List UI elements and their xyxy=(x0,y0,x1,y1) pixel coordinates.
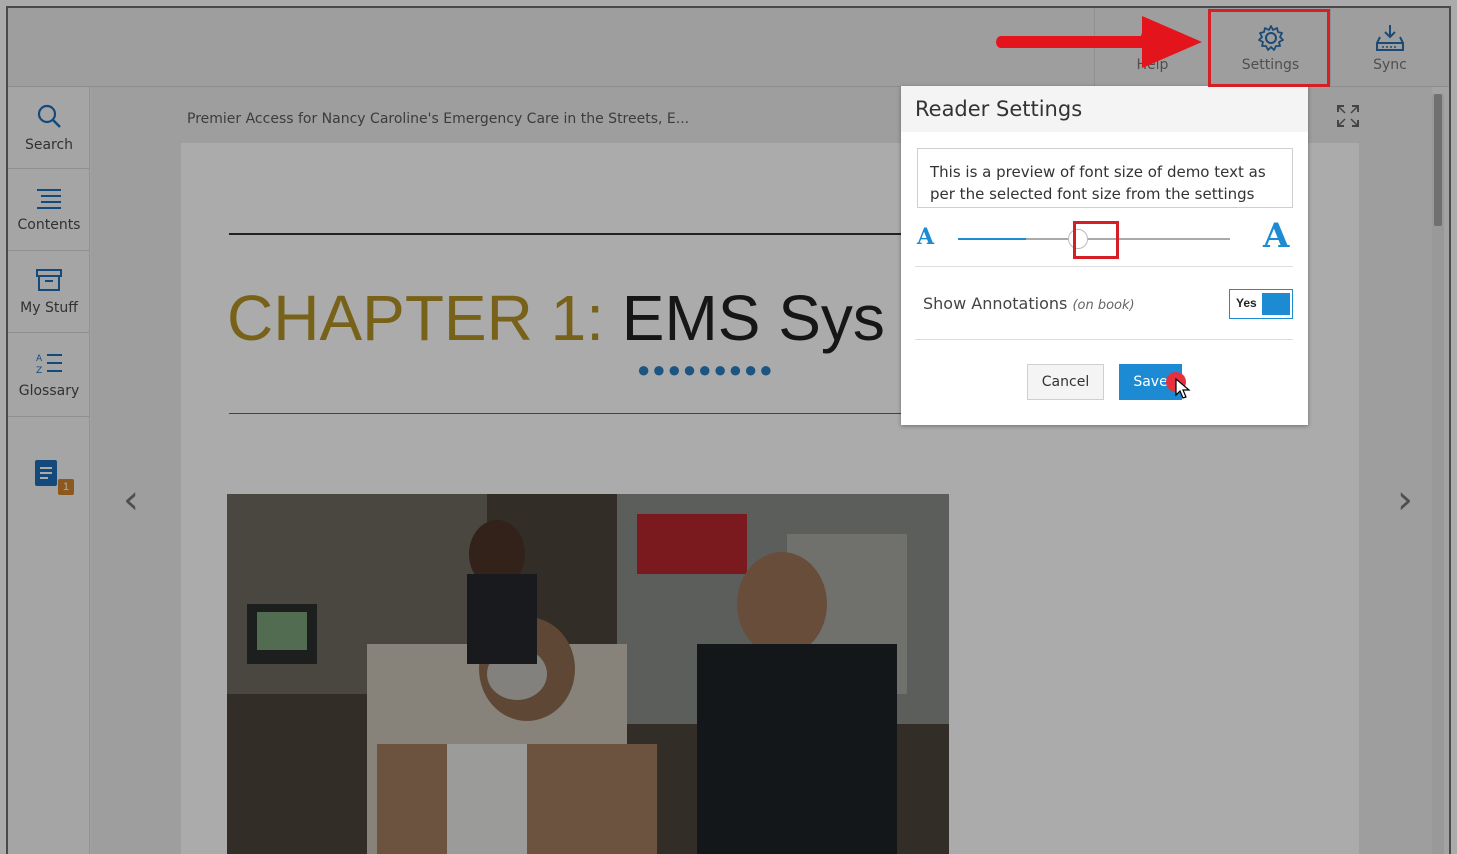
notes-button[interactable]: 1 xyxy=(34,459,74,495)
font-small-icon[interactable]: A xyxy=(917,224,934,250)
sidebar-item-label: My Stuff xyxy=(20,299,78,316)
sidebar-item-label: Search xyxy=(24,136,74,153)
divider xyxy=(915,266,1293,267)
left-sidebar: Search Contents My Stuff AZ Glossary 1 xyxy=(8,87,90,854)
audio-dots-indicator[interactable]: ●●●●●●●●● xyxy=(637,357,775,383)
svg-text:A: A xyxy=(36,354,43,364)
settings-highlight-box xyxy=(1208,9,1330,87)
show-annotations-label: Show Annotations (on book) xyxy=(923,294,1135,313)
font-large-icon[interactable]: A xyxy=(1263,216,1289,256)
chapter-photo xyxy=(227,494,949,854)
dialog-header: Reader Settings xyxy=(901,86,1308,132)
pointer-arrow-icon xyxy=(996,16,1202,68)
archive-box-icon xyxy=(36,268,62,291)
sidebar-item-contents[interactable]: Contents xyxy=(8,169,90,251)
font-size-slider-fill xyxy=(958,238,1026,240)
chapter-name: EMS Sys xyxy=(621,282,885,354)
dialog-title: Reader Settings xyxy=(915,97,1083,121)
sync-button[interactable]: Sync xyxy=(1330,8,1449,87)
chapter-number: CHAPTER 1: xyxy=(227,282,604,354)
annotations-label-text: Show Annotations xyxy=(923,294,1068,313)
divider xyxy=(915,339,1293,340)
svg-text:Z: Z xyxy=(36,366,42,375)
font-preview-box: This is a preview of font size of demo t… xyxy=(917,148,1293,208)
toggle-value: Yes xyxy=(1236,296,1257,310)
sidebar-item-label: Contents xyxy=(17,216,81,233)
sidebar-item-label: Glossary xyxy=(18,382,80,399)
slider-highlight-box xyxy=(1073,221,1119,259)
mouse-cursor-icon xyxy=(1175,378,1191,399)
search-icon xyxy=(37,104,61,128)
divider-line xyxy=(229,413,969,414)
fullscreen-icon[interactable] xyxy=(1336,104,1360,133)
sync-download-icon xyxy=(1376,24,1404,51)
divider-line xyxy=(229,233,969,235)
sort-az-icon: AZ xyxy=(36,353,62,375)
scrollbar-thumb[interactable] xyxy=(1434,94,1442,226)
cancel-button[interactable]: Cancel xyxy=(1027,364,1104,400)
sidebar-item-glossary[interactable]: AZ Glossary xyxy=(8,333,90,417)
notes-count-badge: 1 xyxy=(58,479,74,495)
sidebar-item-my-stuff[interactable]: My Stuff xyxy=(8,251,90,333)
chapter-heading: CHAPTER 1: EMS Sys xyxy=(227,281,885,355)
sidebar-item-search[interactable]: Search xyxy=(8,87,90,169)
reader-settings-dialog: Reader Settings This is a preview of fon… xyxy=(901,86,1308,425)
annotations-toggle[interactable]: Yes xyxy=(1229,289,1293,319)
annotations-sublabel: (on book) xyxy=(1072,298,1135,313)
next-page-button[interactable]: › xyxy=(1397,477,1413,523)
toggle-knob xyxy=(1262,293,1290,315)
prev-page-button[interactable]: ‹ xyxy=(123,477,139,523)
notes-icon xyxy=(35,460,57,486)
list-icon xyxy=(37,188,61,209)
book-title: Premier Access for Nancy Caroline's Emer… xyxy=(187,111,690,127)
sync-label: Sync xyxy=(1373,56,1407,73)
